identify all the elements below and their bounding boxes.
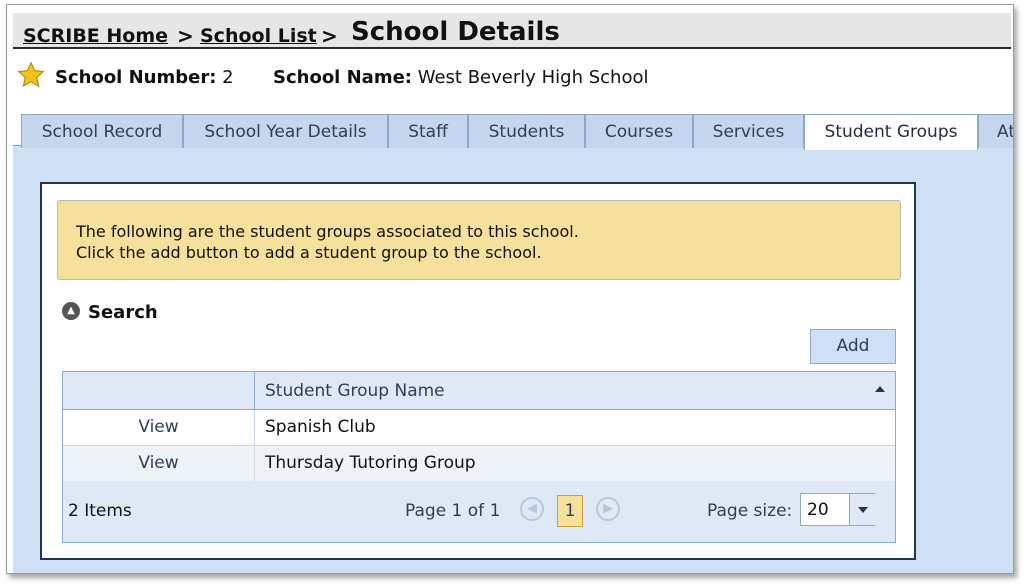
page-number-button[interactable]: 1 [557,495,583,527]
title-bar: SCRIBE Home > School List > School Detai… [13,13,1011,49]
student-groups-panel: The following are the student groups ass… [40,182,916,560]
column-divider [254,410,255,445]
page-title: School Details [351,17,560,47]
tab-courses[interactable]: Courses [585,114,693,148]
school-name-label: School Name: [273,67,412,88]
tab-staff[interactable]: Staff [388,114,468,148]
dropdown-button[interactable] [849,494,875,525]
grid-pager: 2 Items Page 1 of 1 ◀ 1 ▶ Page size: 20 [63,481,895,542]
tab-students[interactable]: Students [468,114,585,148]
school-number-label: School Number: [55,67,217,88]
column-divider [254,446,255,481]
grid-header: Student Group Name [63,372,895,410]
chevron-down-icon [858,507,868,513]
notice-line: Click the add button to add a student gr… [76,243,542,262]
breadcrumb-school-list-link[interactable]: School List [200,25,317,47]
page-size-select[interactable]: 20 [800,493,875,526]
column-header-student-group-name[interactable]: Student Group Name [265,381,445,401]
tab-school-record[interactable]: School Record [21,114,183,148]
tab-services[interactable]: Services [693,114,804,148]
school-name-value: West Beverly High School [417,67,649,88]
page-size-label: Page size: [707,501,793,521]
column-divider [254,372,255,409]
breadcrumb-home-link[interactable]: SCRIBE Home [23,25,168,47]
next-page-icon[interactable]: ▶ [596,497,620,521]
search-label: Search [88,302,158,323]
view-link[interactable]: View [63,410,254,445]
window-frame: SCRIBE Home > School List > School Detai… [6,4,1014,574]
previous-page-icon[interactable]: ◀ [520,497,544,521]
sort-ascending-icon[interactable] [875,386,885,392]
student-groups-grid: Student Group Name View Spanish Club Vie… [62,371,896,543]
notice-line: The following are the student groups ass… [76,222,579,241]
group-name-cell: Spanish Club [265,417,376,437]
add-button[interactable]: Add [810,329,896,364]
school-name: School Name: West Beverly High School [273,67,648,88]
table-row: View Thursday Tutoring Group [63,446,895,482]
school-number: School Number: 2 [55,67,234,88]
breadcrumb-separator: > [321,24,338,48]
page-size-value: 20 [807,500,829,520]
info-notice: The following are the student groups ass… [57,200,901,280]
view-link[interactable]: View [63,446,254,481]
tab-at[interactable]: At [978,114,1013,148]
items-count: 2 Items [68,501,132,521]
tab-school-year-details[interactable]: School Year Details [183,114,388,148]
breadcrumb-separator: > [177,24,194,48]
school-number-value: 2 [222,67,234,88]
page-label: Page 1 of 1 [405,501,501,521]
table-row: View Spanish Club [63,410,895,446]
tab-student-groups[interactable]: Student Groups [804,114,978,150]
collapse-up-icon: ▲ [62,302,80,320]
star-icon[interactable] [17,61,45,89]
group-name-cell: Thursday Tutoring Group [265,453,476,473]
